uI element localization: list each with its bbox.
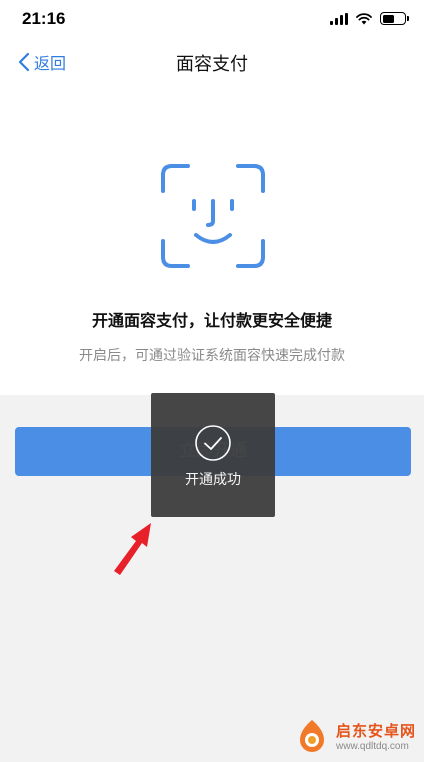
watermark-logo-icon — [300, 720, 324, 752]
wifi-icon — [356, 12, 372, 24]
status-icons — [330, 12, 409, 25]
watermark: 启东安卓网 www.qdltdq.com — [292, 712, 422, 760]
page-title: 面容支付 — [176, 54, 248, 75]
check-circle-icon — [195, 425, 231, 461]
description: 开启后，可通过验证系统面容快速完成付款 — [79, 348, 345, 364]
nav-bar: 返回 面容支付 — [0, 40, 424, 84]
signal-icon — [330, 12, 348, 25]
watermark-name: 启东安卓网 — [336, 722, 417, 740]
success-toast: 开通成功 — [151, 393, 275, 517]
status-time: 21:16 — [22, 9, 66, 28]
toast-message: 开通成功 — [185, 472, 241, 488]
red-arrow-annotation — [114, 523, 151, 575]
face-id-icon — [161, 164, 265, 268]
headline: 开通面容支付，让付款更安全便捷 — [91, 311, 332, 330]
watermark-url: www.qdltdq.com — [336, 741, 409, 752]
battery-icon — [380, 12, 409, 25]
status-bar: 21:16 — [0, 0, 424, 40]
